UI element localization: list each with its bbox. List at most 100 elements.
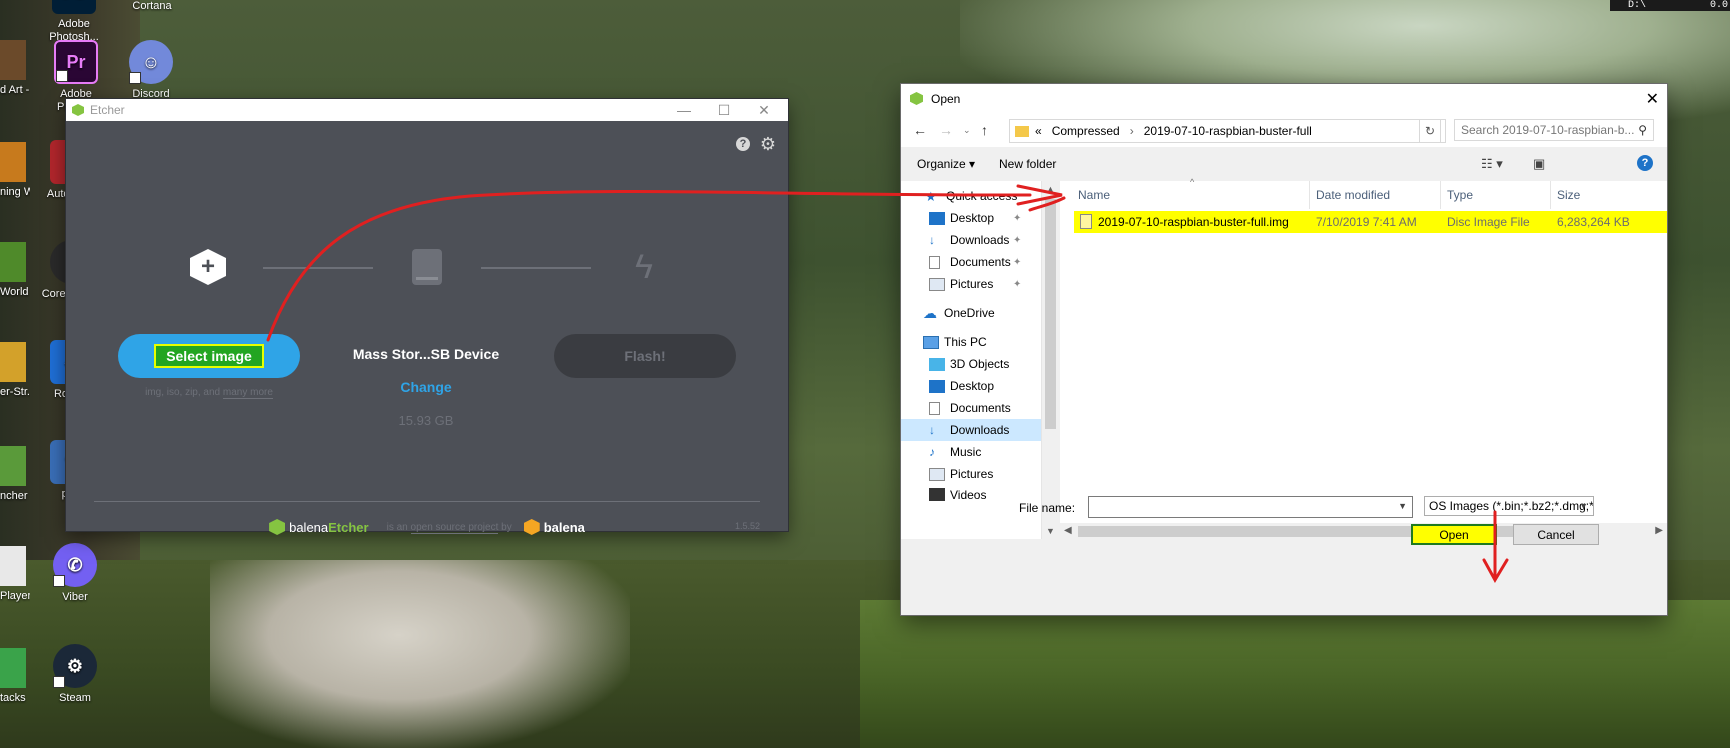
pin-icon[interactable]: ✦ xyxy=(1013,257,1021,268)
etcher-app-icon xyxy=(72,104,84,116)
preview-pane-icon[interactable]: ▣ xyxy=(1533,156,1545,172)
desktop-icon-cut[interactable]: World xyxy=(0,242,30,299)
new-folder-button[interactable]: New folder xyxy=(999,157,1056,171)
pin-icon[interactable]: ✦ xyxy=(1013,279,1021,290)
desktop-icon-cut[interactable]: ncher xyxy=(0,446,30,503)
nav-item-desktop-pinned[interactable]: Desktop ✦ xyxy=(901,207,1041,229)
maximize-icon[interactable]: ☐ xyxy=(704,99,744,121)
column-header-name[interactable]: Name xyxy=(1060,181,1310,209)
scroll-left-icon[interactable]: ◀ xyxy=(1064,525,1072,536)
scrollbar-thumb[interactable] xyxy=(1045,199,1056,429)
nav-item-pictures[interactable]: Pictures xyxy=(901,463,1041,485)
scrollbar-thumb[interactable] xyxy=(1078,526,1578,537)
forward-arrow-icon[interactable]: → xyxy=(939,122,953,138)
nav-item-this-pc[interactable]: This PC xyxy=(901,331,1041,353)
dialog-titlebar[interactable]: Open ✕ xyxy=(901,84,1667,113)
footer-tagline: is an open source project by xyxy=(387,521,512,534)
nav-item-label: Documents xyxy=(950,255,1011,269)
scroll-down-icon[interactable]: ▼ xyxy=(1046,526,1055,536)
change-drive-link[interactable]: Change xyxy=(336,379,516,395)
column-header-type[interactable]: Type xyxy=(1441,181,1551,209)
nav-item-pictures-pinned[interactable]: Pictures ✦ xyxy=(901,273,1041,295)
breadcrumb-compressed[interactable]: Compressed xyxy=(1052,124,1120,138)
recent-chevron-icon[interactable]: ⌄ xyxy=(963,125,971,136)
desktop-icon-cortana[interactable]: Cortana xyxy=(116,0,188,13)
desktop-icon-steam[interactable]: ⚙ Steam xyxy=(39,644,111,705)
desktop-icon-label: tacks xyxy=(0,692,26,704)
desktop-icon-cut[interactable]: d Art - Fat... xyxy=(0,40,30,97)
etcher-window: Etcher — ☐ ✕ ? ⚙ + ϟ Select image img, i… xyxy=(66,99,788,535)
nav-item-music[interactable]: ♪ Music xyxy=(901,441,1041,463)
breadcrumb-current[interactable]: 2019-07-10-raspbian-buster-full xyxy=(1144,124,1312,138)
chevron-down-icon[interactable]: ▼ xyxy=(1398,501,1407,511)
organize-button[interactable]: Organize ▾ xyxy=(917,157,975,171)
app-icon xyxy=(0,648,26,688)
brand-balena-company[interactable]: balena xyxy=(544,520,585,535)
desktop-icon-viber[interactable]: ✆ Viber xyxy=(39,543,111,604)
file-list: ^ Name Date modified Type Size 2019-07-1… xyxy=(1060,177,1667,523)
breadcrumb-separator-icon: › xyxy=(1129,124,1134,138)
open-button[interactable]: Open xyxy=(1411,524,1497,545)
close-icon[interactable]: ✕ xyxy=(1646,89,1659,109)
nav-pane-scrollbar[interactable]: ▲ ▼ xyxy=(1042,181,1059,539)
disc-image-file-icon xyxy=(1080,214,1092,229)
search-input[interactable]: Search 2019-07-10-raspbian-b... ⚲ xyxy=(1454,119,1654,141)
column-header-date-modified[interactable]: Date modified xyxy=(1310,181,1441,209)
desktop-icon xyxy=(929,379,945,393)
nav-item-label: Pictures xyxy=(950,467,994,481)
brand-etcher[interactable]: Etcher xyxy=(328,520,368,535)
help-icon[interactable]: ? xyxy=(1637,155,1653,171)
desktop-icon-cut[interactable]: Player xyxy=(0,546,30,603)
nav-item-videos[interactable]: Videos xyxy=(901,485,1041,501)
nav-item-quick-access[interactable]: ★ Quick access xyxy=(901,185,1041,207)
desktop-icon-cut[interactable]: tacks xyxy=(0,648,30,705)
brand-balena[interactable]: balena xyxy=(289,520,328,535)
nav-item-3d-objects[interactable]: 3D Objects xyxy=(901,353,1041,375)
close-icon[interactable]: ✕ xyxy=(744,99,784,121)
footer-divider xyxy=(94,501,760,502)
view-options-icon[interactable]: ☷ ▾ xyxy=(1481,156,1503,172)
desktop-icon-photoshop[interactable]: Ps Adobe Photosh... xyxy=(38,0,110,44)
nav-item-desktop[interactable]: Desktop xyxy=(901,375,1041,397)
scroll-right-icon[interactable]: ▶ xyxy=(1655,525,1663,536)
desktop-icon-cut[interactable]: ning Worker xyxy=(0,142,30,199)
etcher-body: ? ⚙ + ϟ Select image img, iso, zip, and … xyxy=(66,121,788,535)
version-label[interactable]: 1.5.52 xyxy=(735,521,760,531)
scroll-up-icon[interactable]: ▲ xyxy=(1046,184,1055,194)
nav-item-documents[interactable]: Documents xyxy=(901,397,1041,419)
file-type-select[interactable]: OS Images (*.bin;*.bz2;*.dmg;*. ▼ xyxy=(1424,496,1594,516)
desktop-icon-discord[interactable]: ☺ Discord xyxy=(115,40,187,101)
cancel-button[interactable]: Cancel xyxy=(1513,524,1599,545)
video-icon xyxy=(929,488,945,501)
desktop-icon xyxy=(929,211,945,225)
desktop-icon-cut[interactable]: er-Str... Offe... xyxy=(0,342,30,399)
minimize-icon[interactable]: — xyxy=(664,99,704,121)
nav-item-downloads-pinned[interactable]: ↓ Downloads ✦ xyxy=(901,229,1041,251)
photoshop-icon: Ps xyxy=(52,0,96,14)
nav-item-onedrive[interactable]: ☁ OneDrive xyxy=(901,302,1041,324)
up-arrow-icon[interactable]: ↑ xyxy=(981,122,988,138)
desktop-icon-label: Viber xyxy=(62,591,88,603)
pin-icon[interactable]: ✦ xyxy=(1013,235,1021,246)
address-bar[interactable]: « Compressed › 2019-07-10-raspbian-buste… xyxy=(1009,119,1446,143)
nav-item-label: This PC xyxy=(944,335,987,349)
back-arrow-icon[interactable]: ← xyxy=(913,122,927,138)
chevron-down-icon[interactable]: ▼ xyxy=(1579,501,1588,511)
file-name-input[interactable]: ▼ xyxy=(1088,496,1413,518)
select-image-button[interactable]: Select image xyxy=(118,334,300,378)
desktop-icon-label: ncher xyxy=(0,490,28,502)
many-more-link[interactable]: many more xyxy=(222,387,273,399)
desktop-icon-label: Cortana xyxy=(132,0,172,12)
gear-icon[interactable]: ⚙ xyxy=(760,134,776,155)
etcher-titlebar[interactable]: Etcher — ☐ ✕ xyxy=(66,99,788,121)
refresh-icon[interactable]: ↻ xyxy=(1419,119,1441,143)
nav-item-downloads[interactable]: ↓ Downloads xyxy=(901,419,1041,441)
flash-button[interactable]: Flash! xyxy=(554,334,736,378)
document-icon xyxy=(929,401,940,415)
column-header-size[interactable]: Size xyxy=(1551,181,1667,209)
help-icon[interactable]: ? xyxy=(736,137,750,151)
open-source-link[interactable]: open source project xyxy=(410,521,499,534)
pin-icon[interactable]: ✦ xyxy=(1013,213,1021,224)
file-row[interactable]: 2019-07-10-raspbian-buster-full.img 7/10… xyxy=(1074,211,1667,233)
nav-item-documents-pinned[interactable]: Documents ✦ xyxy=(901,251,1041,273)
